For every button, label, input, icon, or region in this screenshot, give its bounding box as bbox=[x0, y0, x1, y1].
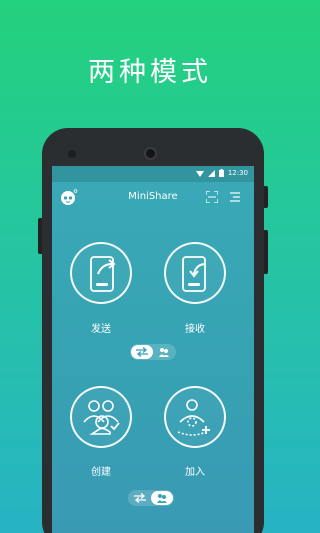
signal-icon bbox=[207, 169, 215, 177]
battery-icon bbox=[218, 169, 224, 177]
promo-title: 两种模式 bbox=[88, 57, 212, 88]
mode-toggle-bottom[interactable] bbox=[128, 490, 174, 506]
menu-icon[interactable] bbox=[228, 190, 242, 204]
swap-icon bbox=[134, 493, 146, 503]
scan-icon[interactable] bbox=[206, 191, 218, 203]
phone-send-icon bbox=[90, 256, 116, 292]
send-button[interactable] bbox=[70, 242, 132, 304]
phone-receive-icon bbox=[182, 256, 207, 292]
mode-toggle-top[interactable] bbox=[130, 344, 176, 360]
group-icon bbox=[159, 348, 169, 357]
group-icon bbox=[157, 494, 167, 503]
swap-icon bbox=[136, 347, 148, 357]
create-button[interactable] bbox=[70, 386, 132, 448]
phone-camera bbox=[144, 147, 157, 160]
status-bar: 12:30 bbox=[52, 166, 254, 182]
app-bar: MiniShare bbox=[52, 182, 254, 212]
join-button[interactable] bbox=[164, 386, 226, 448]
phone-screen: 12:30 MiniShare 发送 接收 创建 加入 bbox=[52, 166, 254, 533]
receive-button[interactable] bbox=[164, 242, 226, 304]
status-time: 12:30 bbox=[227, 169, 248, 177]
join-label: 加入 bbox=[185, 467, 205, 478]
join-group-icon bbox=[177, 399, 210, 436]
group-create-icon bbox=[83, 400, 120, 435]
wifi-icon bbox=[195, 170, 204, 177]
phone-sensor bbox=[68, 150, 76, 158]
create-label: 创建 bbox=[91, 467, 111, 478]
receive-label: 接收 bbox=[185, 324, 205, 335]
send-label: 发送 bbox=[91, 324, 111, 335]
app-title: MiniShare bbox=[128, 191, 178, 202]
